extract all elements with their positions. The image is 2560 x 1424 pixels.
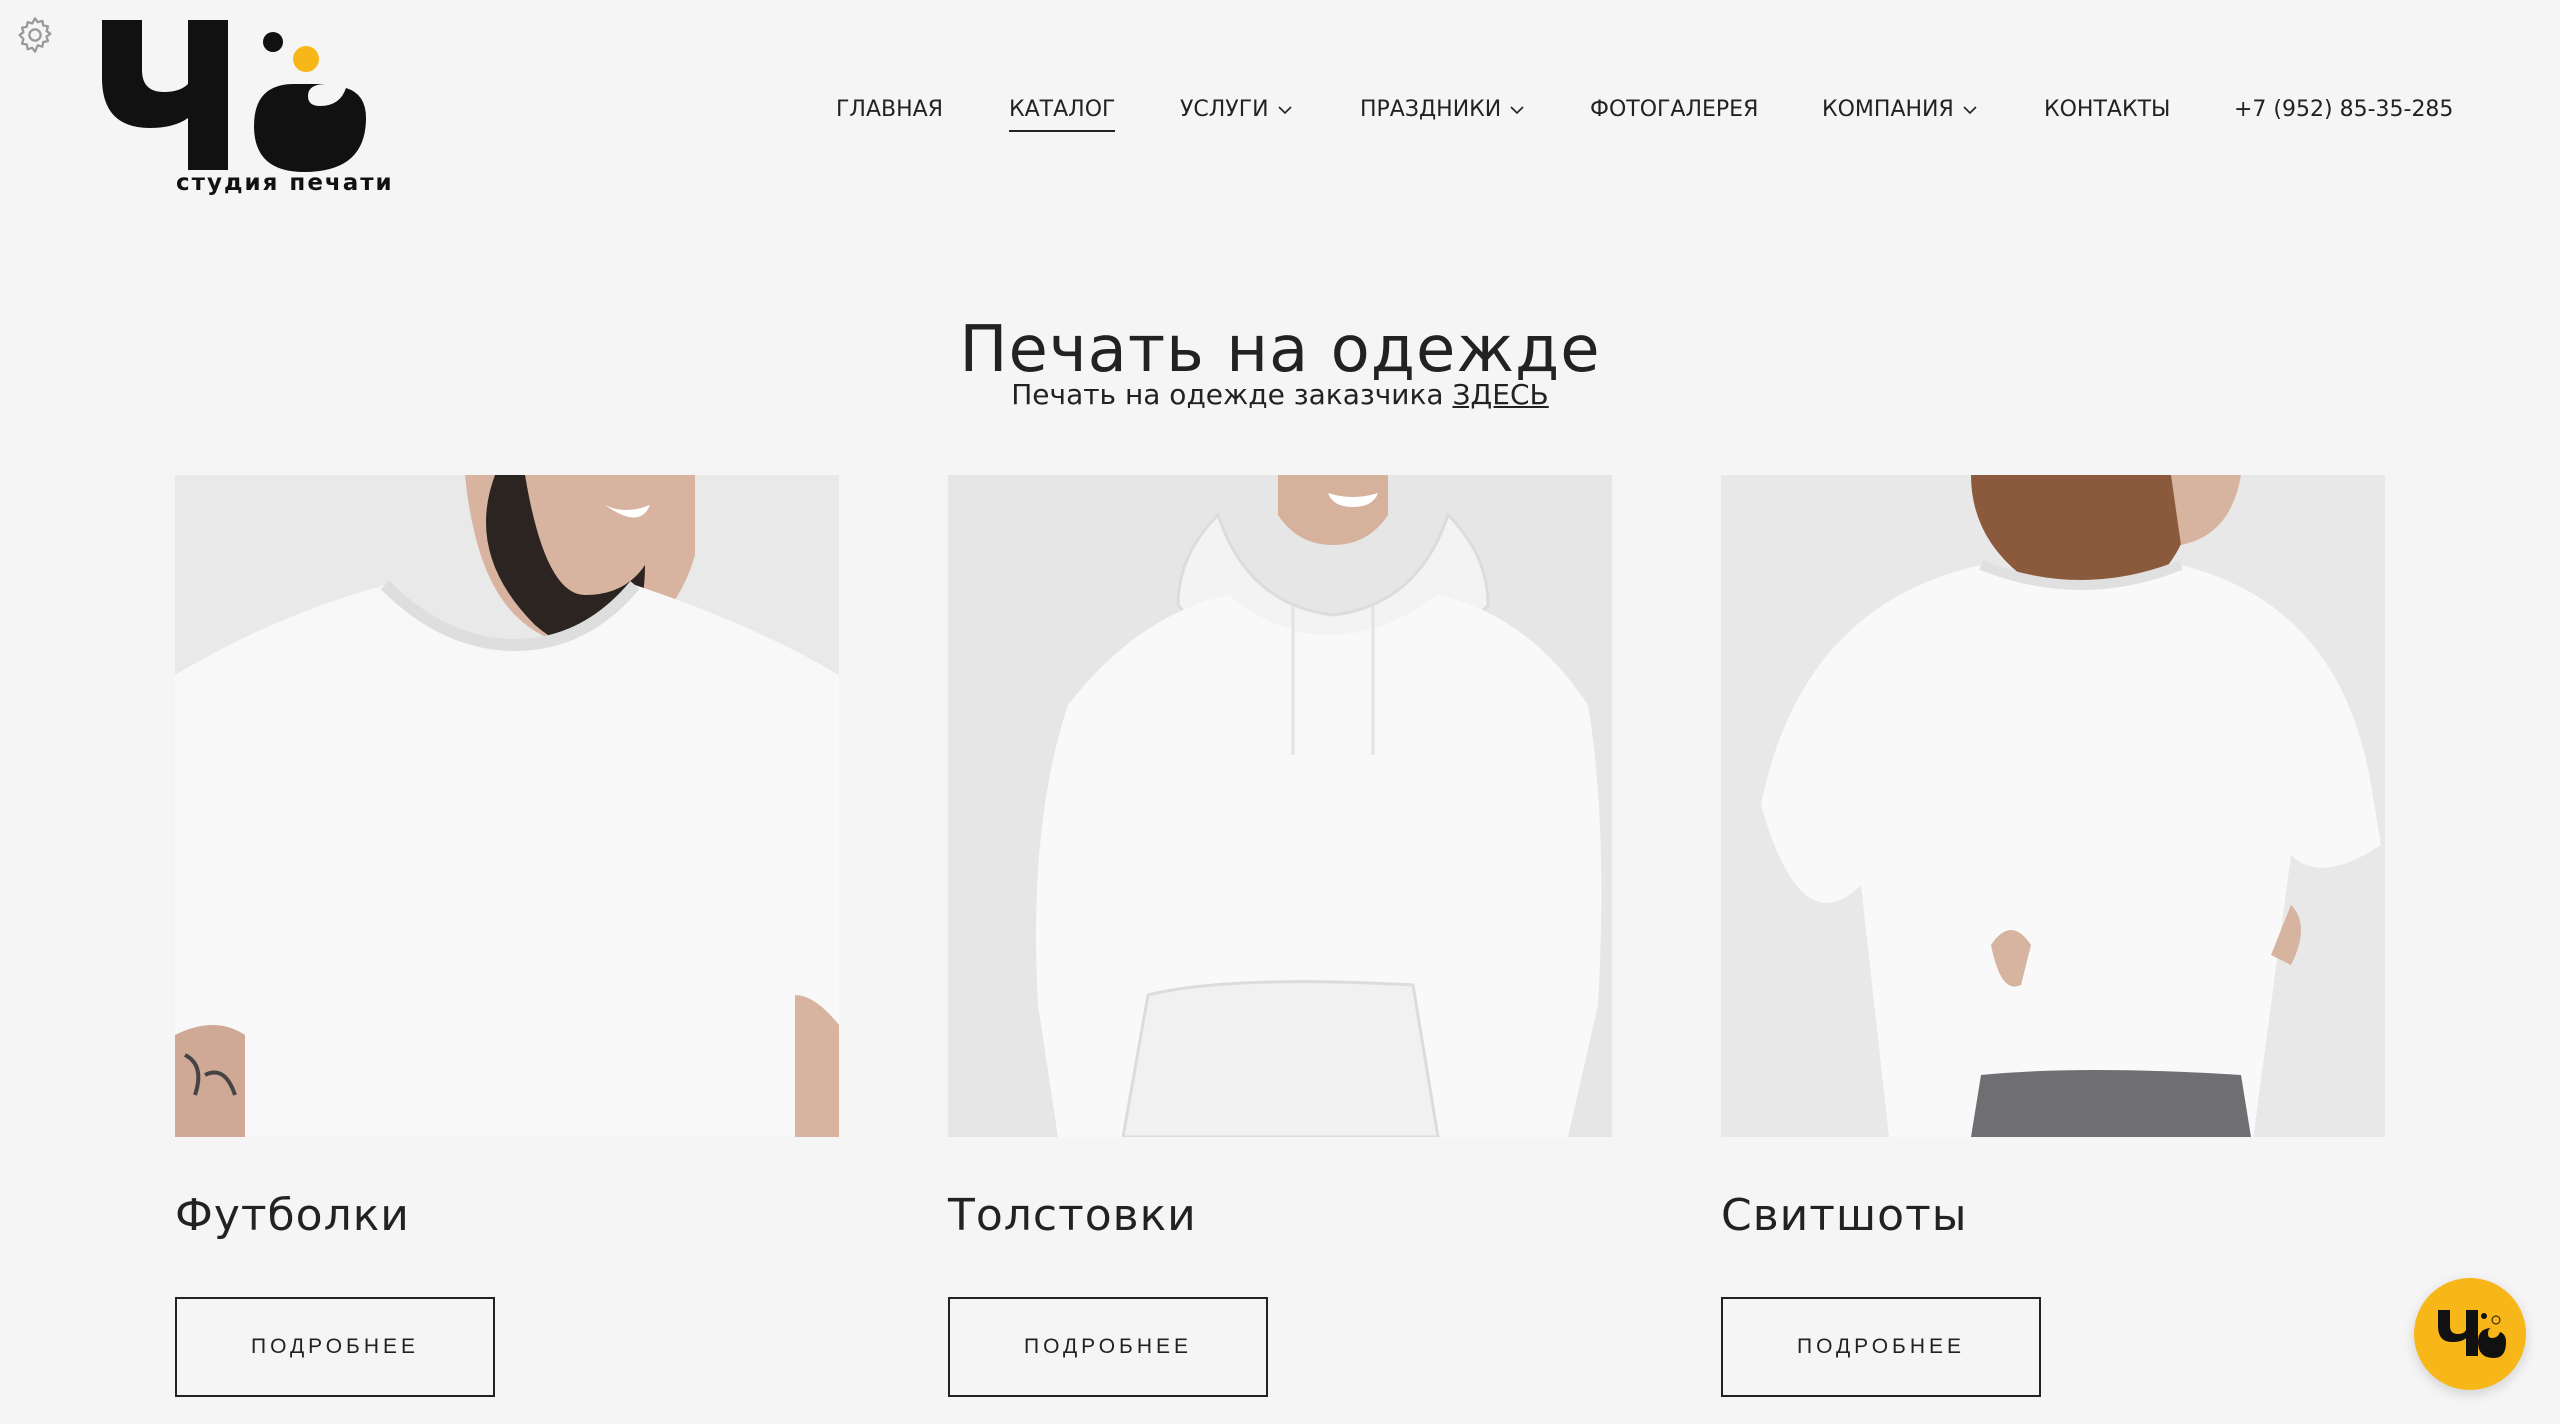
details-button[interactable]: ПОДРОБНЕЕ <box>948 1297 1268 1397</box>
product-photo-hoodie[interactable] <box>948 475 1612 1137</box>
nav-label: ПРАЗДНИКИ <box>1360 97 1502 122</box>
chevron-down-icon <box>1278 106 1292 115</box>
product-card-sweatshirts: Свитшоты ПОДРОБНЕЕ <box>1721 475 2385 1397</box>
nav-item-home[interactable]: ГЛАВНАЯ <box>836 92 943 128</box>
nav-label: ГЛАВНАЯ <box>836 97 943 122</box>
nav-label: КАТАЛОГ <box>1009 92 1116 132</box>
site-logo[interactable]: студия печати <box>98 14 392 204</box>
details-button[interactable]: ПОДРОБНЕЕ <box>1721 1297 2041 1397</box>
nav-label: КОМПАНИЯ <box>1822 97 1954 122</box>
nav-item-company[interactable]: КОМПАНИЯ <box>1822 92 1978 128</box>
logo-mark <box>102 20 366 172</box>
subtitle-link[interactable]: ЗДЕСЬ <box>1452 378 1548 411</box>
nav-label: УСЛУГИ <box>1180 97 1269 122</box>
product-photo-tshirt[interactable] <box>175 475 839 1137</box>
page-title: Печать на одежде <box>959 312 1601 387</box>
product-name: Свитшоты <box>1721 1190 1968 1241</box>
chat-logo-icon <box>2438 1310 2506 1358</box>
chevron-down-icon <box>1510 106 1524 115</box>
phone-number: +7 (952) 85-35-285 <box>2234 97 2454 122</box>
chevron-down-icon <box>1963 106 1977 115</box>
nav-label: КОНТАКТЫ <box>2044 97 2171 122</box>
product-name: Футболки <box>175 1190 410 1241</box>
nav-item-gallery[interactable]: ФОТОГАЛЕРЕЯ <box>1590 92 1758 128</box>
main-nav: ГЛАВНАЯ КАТАЛОГ УСЛУГИ ПРАЗДНИКИ ФОТОГАЛ… <box>836 92 2560 132</box>
nav-item-holidays[interactable]: ПРАЗДНИКИ <box>1360 92 1525 128</box>
product-card-hoodies: Толстовки ПОДРОБНЕЕ <box>948 475 1612 1397</box>
nav-item-contacts[interactable]: КОНТАКТЫ <box>2044 92 2170 128</box>
subtitle-text: Печать на одежде заказчика <box>1011 378 1444 411</box>
chat-widget-button[interactable] <box>2414 1278 2526 1390</box>
nav-item-catalog[interactable]: КАТАЛОГ <box>1009 92 1116 132</box>
nav-label: ФОТОГАЛЕРЕЯ <box>1590 97 1759 122</box>
nav-phone-link[interactable]: +7 (952) 85-35-285 <box>2234 92 2453 128</box>
gear-icon[interactable] <box>14 14 56 56</box>
product-photo-sweatshirt[interactable] <box>1721 475 2385 1137</box>
product-name: Толстовки <box>948 1190 1197 1241</box>
product-card-tshirts: Футболки ПОДРОБНЕЕ <box>175 475 839 1397</box>
logo-tagline: студия печати <box>176 170 394 196</box>
nav-item-services[interactable]: УСЛУГИ <box>1180 92 1293 128</box>
details-button[interactable]: ПОДРОБНЕЕ <box>175 1297 495 1397</box>
page-subtitle: Печать на одежде заказчика ЗДЕСЬ <box>0 378 2560 411</box>
